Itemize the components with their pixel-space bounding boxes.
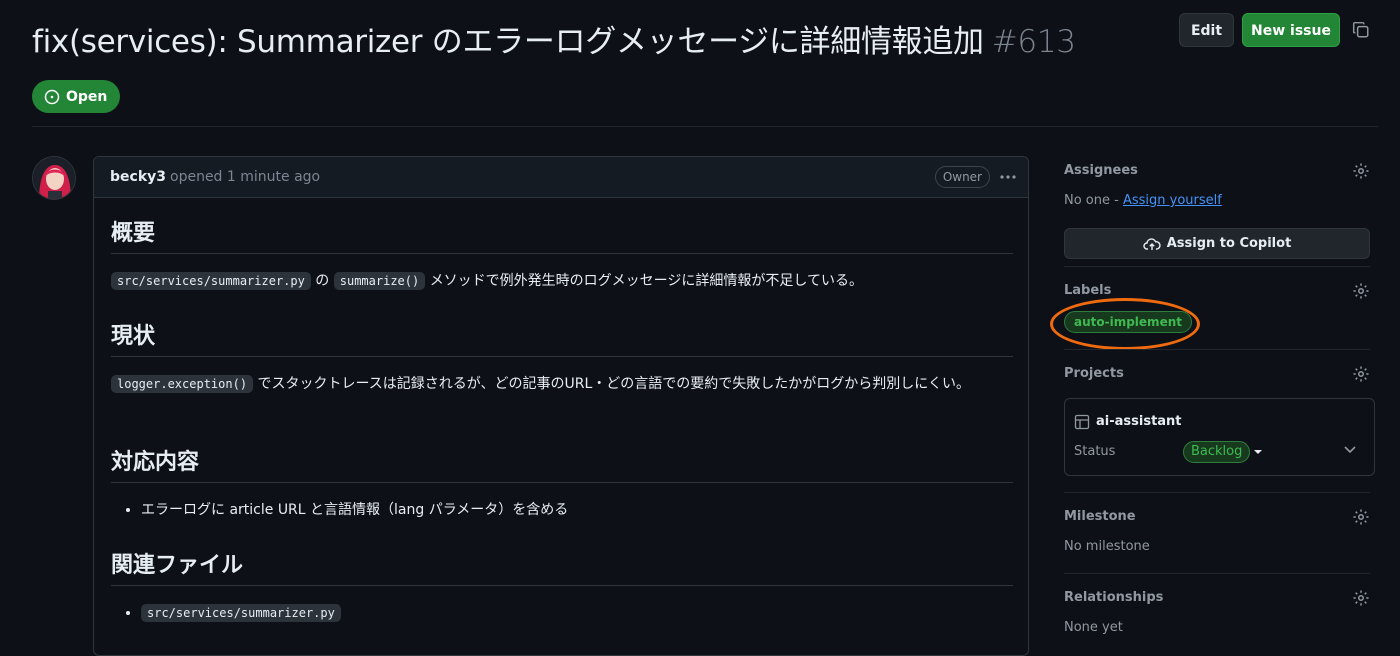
comment-meta[interactable]: opened 1 minute ago (170, 169, 320, 185)
relationships-title[interactable]: Relationships (1064, 590, 1163, 605)
avatar[interactable] (32, 156, 76, 200)
milestone-title[interactable]: Milestone (1064, 509, 1136, 524)
no-assignee-text: No one - (1064, 193, 1123, 208)
labels-title[interactable]: Labels (1064, 283, 1111, 298)
inline-code: summarize() (333, 272, 426, 290)
project-card: ai-assistant Status Backlog (1064, 398, 1375, 476)
copilot-button-label: Assign to Copilot (1166, 236, 1292, 251)
overview-paragraph: src/services/summarizer.py の summarize()… (111, 269, 1001, 293)
sidebar-divider (1064, 492, 1370, 493)
cloud-upload-icon (1143, 237, 1161, 250)
inline-code: src/services/summarizer.py (111, 272, 311, 290)
comment-header: becky3 opened 1 minute ago (94, 157, 1028, 198)
assign-yourself-link[interactable]: Assign yourself (1123, 193, 1222, 208)
section-heading-current: 現状 (111, 318, 1013, 357)
project-name[interactable]: ai-assistant (1096, 414, 1182, 429)
annotation-circle (1050, 298, 1200, 350)
projects-gear-icon[interactable] (1352, 365, 1370, 383)
relationships-gear-icon[interactable] (1352, 589, 1370, 607)
assignees-value: No one - Assign yourself (1064, 193, 1222, 208)
files-list: src/services/summarizer.py (111, 601, 341, 625)
edit-button[interactable]: Edit (1179, 13, 1234, 47)
sidebar-divider (1064, 573, 1370, 574)
state-badge: Open (32, 80, 121, 113)
project-status-label: Status (1074, 444, 1116, 459)
issue-number: #613 (991, 24, 1076, 60)
projects-title[interactable]: Projects (1064, 366, 1124, 381)
owner-badge: Owner (934, 166, 990, 188)
current-paragraph: logger.exception() でスタックトレースは記録されるが、どの記事… (111, 372, 1001, 396)
relationships-value: None yet (1064, 620, 1123, 635)
assignees-gear-icon[interactable] (1352, 162, 1370, 180)
inline-code: src/services/summarizer.py (141, 604, 341, 622)
section-heading-files: 関連ファイル (111, 547, 1013, 586)
avatar-image (33, 157, 75, 199)
milestone-gear-icon[interactable] (1352, 508, 1370, 526)
section-heading-action: 対応内容 (111, 444, 1013, 483)
issue-title-text: fix(services): Summarizer のエラーログメッセージに詳細… (32, 24, 984, 60)
state-label: Open (66, 88, 108, 105)
chevron-down-icon[interactable] (1343, 445, 1357, 455)
inline-code: logger.exception() (111, 375, 254, 393)
list-item: src/services/summarizer.py (141, 601, 341, 625)
list-item: エラーログに article URL と言語情報（lang パラメータ）を含める (141, 498, 568, 522)
section-heading-overview: 概要 (111, 215, 1013, 254)
milestone-value: No milestone (1064, 539, 1150, 554)
sidebar-divider (1064, 266, 1370, 267)
kebab-menu-icon[interactable] (998, 167, 1018, 187)
paragraph-text: の (315, 273, 330, 289)
sidebar-divider (1064, 349, 1370, 350)
copy-icon[interactable] (1352, 21, 1370, 39)
assign-to-copilot-button[interactable]: Assign to Copilot (1064, 228, 1370, 259)
labels-gear-icon[interactable] (1352, 282, 1370, 300)
comment-author[interactable]: becky3 (110, 169, 166, 185)
action-list: エラーログに article URL と言語情報（lang パラメータ）を含める (111, 498, 568, 522)
caret-down-icon[interactable] (1253, 449, 1263, 455)
project-status-value[interactable]: Backlog (1183, 441, 1251, 463)
paragraph-text: メソッドで例外発生時のログメッセージに詳細情報が不足している。 (429, 273, 863, 289)
new-issue-button[interactable]: New issue (1242, 13, 1340, 47)
assignees-title[interactable]: Assignees (1064, 163, 1138, 178)
issue-open-icon (44, 89, 60, 104)
paragraph-text: でスタックトレースは記録されるが、どの記事のURL・どの言語での要約で失敗したか… (257, 376, 971, 392)
issue-title: fix(services): Summarizer のエラーログメッセージに詳細… (32, 18, 1076, 66)
issue-comment: becky3 opened 1 minute ago Owner 概要 src/… (93, 156, 1029, 656)
header-divider (32, 126, 1378, 127)
table-icon (1074, 414, 1090, 430)
